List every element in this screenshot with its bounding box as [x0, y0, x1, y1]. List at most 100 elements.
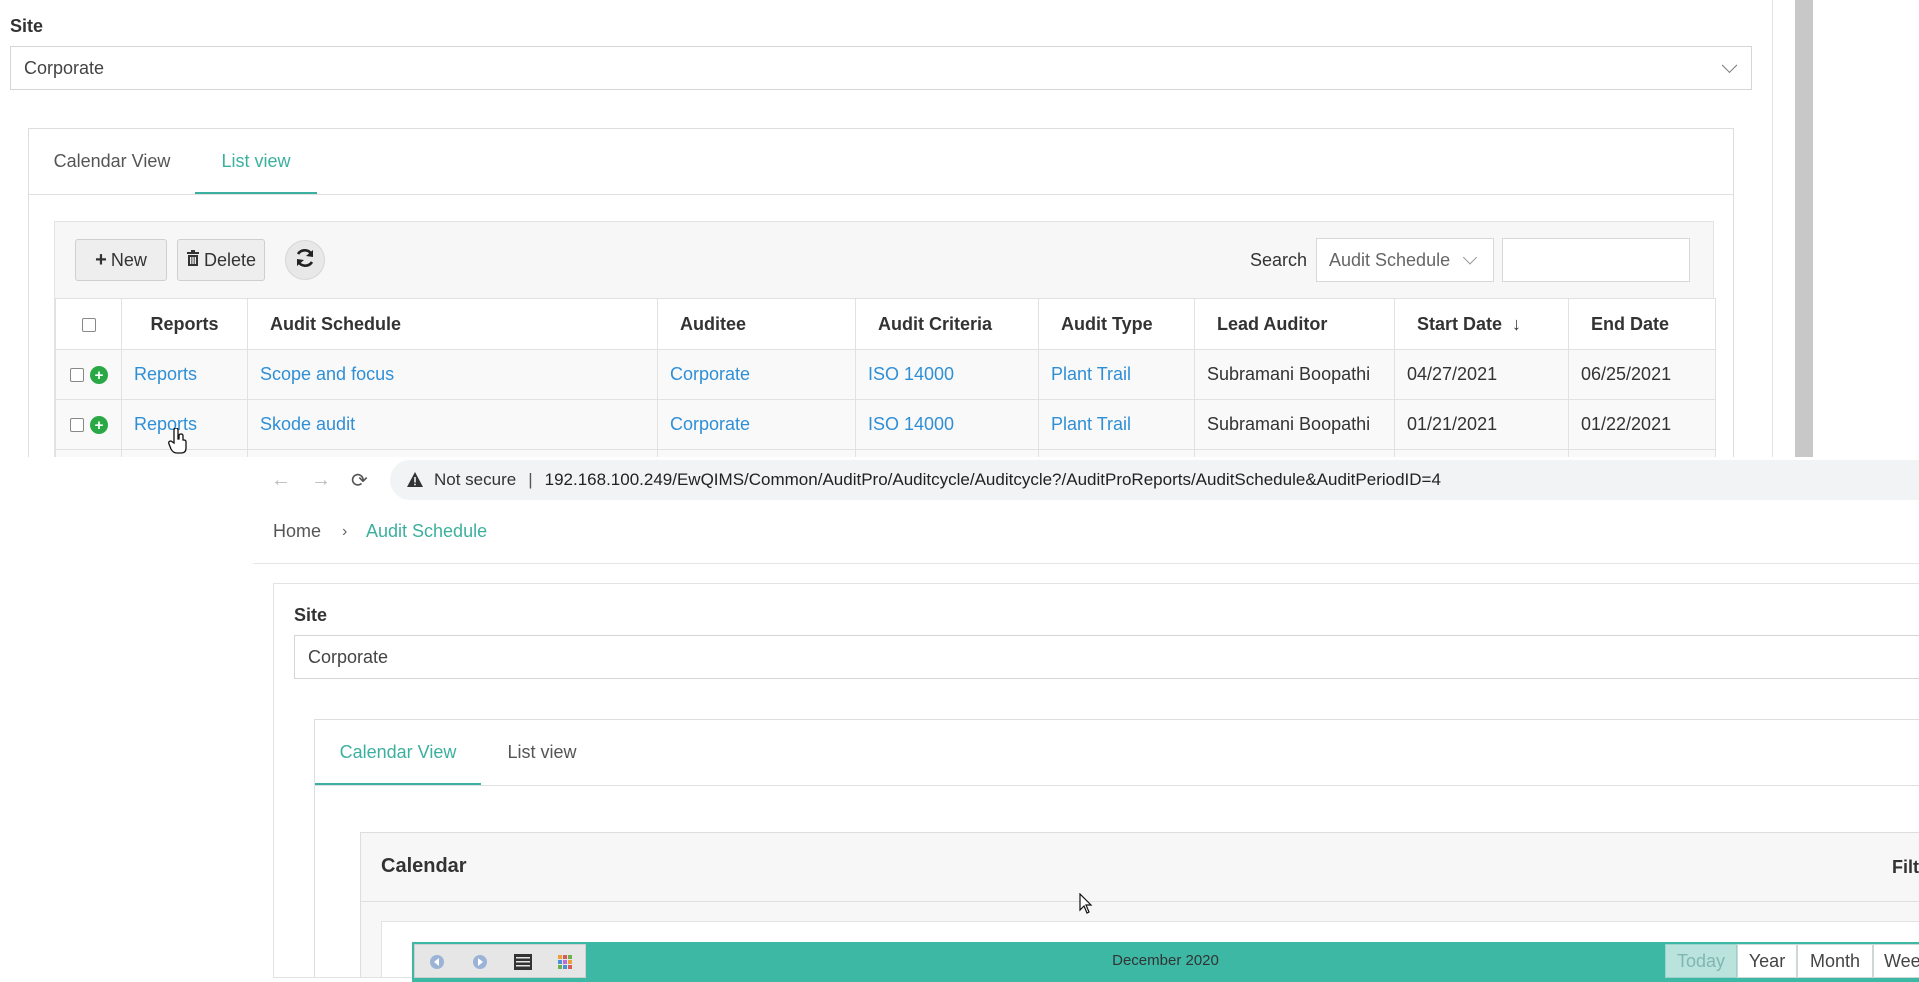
grid-view-icon[interactable] [555, 952, 575, 972]
audit-schedule-link[interactable]: Scope and focus [260, 364, 394, 384]
search-field-select[interactable]: Audit Schedule [1316, 238, 1494, 282]
tab-bar: Calendar View List view [315, 720, 1919, 786]
table-row: + Reports Scope and focus Corporate ISO … [55, 349, 1716, 400]
calendar-title: Calendar [381, 855, 467, 877]
new-button-label: New [110, 249, 147, 270]
today-button[interactable]: Today [1665, 944, 1737, 978]
site-select-value: Corporate [308, 646, 389, 667]
reports-link[interactable]: Reports [134, 364, 197, 384]
site-select-value: Corporate [24, 57, 105, 78]
column-header-audit-schedule[interactable]: Audit Schedule [247, 298, 658, 350]
breadcrumb-home[interactable]: Home [273, 521, 321, 542]
refresh-button[interactable] [285, 240, 325, 280]
site-select[interactable]: Corporate [10, 46, 1752, 90]
list-card: + New Delete Search Audit Schedule Repor… [54, 221, 1716, 457]
audit-criteria-link[interactable]: ISO 14000 [868, 364, 954, 384]
year-view-button[interactable]: Year [1737, 944, 1797, 978]
chevron-down-icon [1721, 57, 1738, 74]
audit-criteria-link[interactable]: ISO 14000 [868, 414, 954, 434]
reload-icon[interactable]: ⟳ [351, 468, 368, 493]
prev-month-icon[interactable] [427, 952, 447, 972]
sort-desc-icon: ↓ [1512, 313, 1522, 334]
filter-label[interactable]: Filt [1892, 857, 1919, 878]
tabs-panel: Calendar View List view + New Delete Sea… [28, 128, 1734, 457]
row-select-cell: + [55, 349, 122, 400]
table-row [55, 449, 1716, 457]
audit-type-link[interactable]: Plant Trail [1051, 364, 1131, 384]
start-date-cell: 04/27/2021 [1394, 349, 1569, 400]
column-header-lead-auditor[interactable]: Lead Auditor [1194, 298, 1395, 350]
lead-auditor-cell: Subramani Boopathi [1194, 349, 1395, 400]
site-label: Site [10, 16, 44, 36]
next-month-icon[interactable] [470, 952, 490, 972]
calendar-card: Calendar Filt December 2020 Today Year M… [360, 832, 1919, 982]
site-label: Site [294, 605, 328, 625]
expand-plus-icon[interactable]: + [90, 416, 108, 435]
start-date-cell: 01/21/2021 [1394, 399, 1569, 450]
auditee-link[interactable]: Corporate [670, 364, 750, 384]
new-button[interactable]: + New [75, 239, 167, 281]
search-input[interactable] [1502, 238, 1690, 282]
forward-arrow-icon[interactable]: → [311, 469, 331, 492]
calendar-toolbar: December 2020 Today Year Month Wee [412, 942, 1919, 982]
search-field-value: Audit Schedule [1329, 249, 1451, 270]
list-view-icon[interactable] [513, 952, 533, 972]
auditee-link[interactable]: Corporate [670, 414, 750, 434]
delete-button[interactable]: Delete [177, 239, 265, 281]
column-header-auditee[interactable]: Auditee [657, 298, 856, 350]
tab-calendar-view[interactable]: Calendar View [29, 129, 195, 194]
list-view-window: Site Corporate Calendar View List view +… [0, 0, 1775, 457]
window-divider [1772, 0, 1773, 457]
calendar-header: Calendar Filt [361, 833, 1919, 902]
not-secure-label: Not secure [434, 470, 517, 489]
refresh-icon [294, 247, 316, 274]
column-header-reports[interactable]: Reports [121, 298, 248, 350]
plus-icon: + [95, 248, 107, 271]
audit-schedule-table: Reports Audit Schedule Auditee Audit Cri… [55, 298, 1716, 457]
tabs-panel: Calendar View List view Calendar Filt De… [314, 719, 1919, 982]
row-checkbox[interactable] [70, 368, 84, 383]
column-header-start-date[interactable]: Start Date ↓ [1394, 298, 1569, 350]
select-all-checkbox[interactable] [81, 317, 96, 332]
reports-link[interactable]: Reports [134, 414, 197, 434]
table-header-row: Reports Audit Schedule Auditee Audit Cri… [55, 298, 1716, 350]
url-omnibox[interactable]: Not secure | 192.168.100.249/EwQIMS/Comm… [390, 460, 1919, 500]
week-view-button[interactable]: Wee [1873, 944, 1919, 978]
url-text: 192.168.100.249/EwQIMS/Common/AuditPro/A… [544, 470, 1441, 489]
delete-button-label: Delete [203, 249, 257, 270]
expand-plus-icon[interactable]: + [90, 366, 108, 385]
vertical-scrollbar[interactable] [1795, 0, 1813, 457]
search-label: Search [1250, 250, 1308, 270]
column-header-audit-type[interactable]: Audit Type [1038, 298, 1195, 350]
back-arrow-icon[interactable]: ← [271, 469, 291, 492]
row-select-cell: + [55, 399, 122, 450]
calendar-body: December 2020 Today Year Month Wee [381, 921, 1919, 982]
tab-list-view[interactable]: List view [195, 129, 317, 194]
month-view-button[interactable]: Month [1797, 944, 1873, 978]
table-row: + Reports Skode audit Corporate ISO 1400… [55, 399, 1716, 450]
end-date-cell: 06/25/2021 [1568, 349, 1716, 400]
breadcrumb: Home › Audit Schedule [253, 503, 1919, 564]
start-date-label: Start Date [1417, 313, 1503, 334]
row-checkbox[interactable] [70, 418, 84, 433]
url-separator: | [528, 470, 533, 489]
end-date-cell: 01/22/2021 [1568, 399, 1716, 450]
trash-icon [186, 249, 200, 271]
column-header-audit-criteria[interactable]: Audit Criteria [855, 298, 1039, 350]
tab-calendar-view[interactable]: Calendar View [315, 720, 481, 785]
tab-bar: Calendar View List view [29, 129, 1733, 195]
select-all-cell [55, 298, 122, 350]
lead-auditor-cell: Subramani Boopathi [1194, 399, 1395, 450]
warning-icon [406, 471, 424, 489]
audit-schedule-link[interactable]: Skode audit [260, 414, 355, 434]
column-header-end-date[interactable]: End Date [1568, 298, 1716, 350]
browser-address-bar: ← → ⟳ Not secure | 192.168.100.249/EwQIM… [253, 457, 1919, 503]
site-card: Site Corporate Calendar View List view C… [273, 583, 1919, 982]
site-select[interactable]: Corporate [294, 635, 1919, 679]
breadcrumb-current[interactable]: Audit Schedule [366, 521, 487, 542]
chevron-down-icon [1462, 250, 1478, 265]
calendar-nav-group [414, 944, 586, 978]
audit-type-link[interactable]: Plant Trail [1051, 414, 1131, 434]
tab-list-view[interactable]: List view [481, 720, 603, 785]
calendar-view-window: Home › Audit Schedule Site Corporate Cal… [253, 503, 1919, 982]
